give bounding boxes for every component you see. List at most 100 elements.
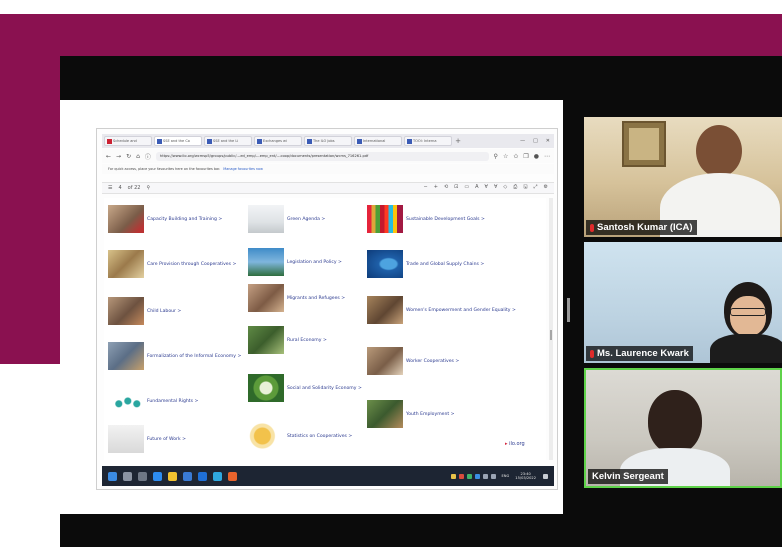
participant-name-tag: Kelvin Sergeant xyxy=(588,469,668,484)
profile-icon[interactable]: ● xyxy=(534,153,539,160)
home-icon[interactable]: ⌂ xyxy=(136,153,140,160)
system-tray: ENG 23:40 15/03/2022 xyxy=(450,472,548,481)
brand-band-left xyxy=(0,14,60,364)
browser-tab[interactable]: The ILO Jobs xyxy=(304,136,352,146)
browser-tab[interactable]: Exchanges wi xyxy=(254,136,302,146)
contents-icon[interactable]: ☰ xyxy=(108,185,112,191)
zoom-icon[interactable]: ⚲ xyxy=(494,153,498,160)
list-item[interactable]: Child Labour > xyxy=(108,297,181,325)
file-explorer-icon[interactable] xyxy=(168,471,177,481)
favorite-star-icon[interactable]: ☆ xyxy=(503,153,508,160)
list-item[interactable]: Social and Solidarity Economy > xyxy=(248,374,362,402)
tab-favicon-icon xyxy=(107,138,112,144)
tab-favicon-icon xyxy=(157,138,162,144)
browser-tab-active[interactable]: SSE and the Co xyxy=(154,136,202,146)
brand-band-top xyxy=(0,14,782,56)
list-item[interactable]: Rural Economy > xyxy=(248,326,327,354)
list-item[interactable]: Youth Employment > xyxy=(367,400,455,428)
globe-icon xyxy=(248,374,284,402)
pdf-scrollbar-thumb[interactable] xyxy=(550,330,552,340)
participant-tile[interactable]: Ms. Laurence Kwark xyxy=(584,242,782,363)
tray-app-icon[interactable] xyxy=(474,473,480,479)
windows-taskbar: ENG 23:40 15/03/2022 xyxy=(102,466,554,486)
page-view-icon[interactable]: ▭ xyxy=(464,184,469,192)
minimize-icon[interactable]: — xyxy=(520,138,525,144)
participant-tile-active-speaker[interactable]: Kelvin Sergeant xyxy=(584,368,782,488)
save-icon[interactable]: 🖫 xyxy=(523,184,527,192)
forward-icon[interactable]: → xyxy=(116,153,121,160)
browser-tab[interactable]: Schedule and xyxy=(104,136,152,146)
browser-tab[interactable]: SSE and the Li xyxy=(204,136,252,146)
list-item[interactable]: Formalization of the Informal Economy > xyxy=(108,342,241,370)
list-item[interactable]: Statistics on Cooperatives > xyxy=(248,422,352,450)
volume-icon[interactable] xyxy=(490,473,496,479)
zoom-out-icon[interactable]: − xyxy=(424,184,428,192)
network-icon[interactable] xyxy=(482,473,488,479)
search-icon[interactable]: ⚲ xyxy=(146,185,150,191)
maximize-icon[interactable]: □ xyxy=(533,138,538,144)
glasses-icon xyxy=(730,308,766,316)
list-item[interactable]: Care Provision through Cooperatives > xyxy=(108,250,236,278)
manage-favourites-link[interactable]: Manage favourites now xyxy=(223,167,263,171)
back-icon[interactable]: ← xyxy=(106,153,111,160)
refresh-icon[interactable]: ↻ xyxy=(126,153,131,160)
browser-tab[interactable]: International xyxy=(354,136,402,146)
store-icon[interactable] xyxy=(183,471,192,481)
list-item[interactable]: Future of Work > xyxy=(108,425,186,453)
search-icon[interactable] xyxy=(123,471,132,481)
participant-tile[interactable]: Santosh Kumar (ICA) xyxy=(584,117,782,237)
zoom-in-icon[interactable]: + xyxy=(434,184,438,192)
rotate-icon[interactable]: ⟲ xyxy=(444,184,448,192)
list-item[interactable]: Migrants and Refugees > xyxy=(248,284,345,312)
list-item[interactable]: Trade and Global Supply Chains > xyxy=(367,250,484,278)
tab-favicon-icon xyxy=(407,138,412,144)
start-icon[interactable] xyxy=(108,471,117,481)
read-aloud-icon[interactable]: A xyxy=(475,184,478,192)
tray-app-icon[interactable] xyxy=(450,473,456,479)
page-number-input[interactable]: 4 xyxy=(118,185,121,191)
mail-icon[interactable] xyxy=(198,471,207,481)
favorites-icon[interactable]: ✩ xyxy=(513,153,518,160)
settings-gear-icon[interactable]: ⚙ xyxy=(544,184,548,192)
erase-icon[interactable]: ◇ xyxy=(503,184,507,192)
topic-thumbnail xyxy=(248,326,284,354)
browser-tab[interactable]: TOOI: Interna xyxy=(404,136,452,146)
muted-mic-icon xyxy=(590,223,594,232)
edge-icon[interactable] xyxy=(153,471,162,481)
topic-thumbnail xyxy=(248,248,284,276)
new-tab-button[interactable]: + xyxy=(454,137,462,145)
chrome-icon[interactable] xyxy=(228,471,237,481)
list-item[interactable]: Green Agenda > xyxy=(248,205,325,233)
pdf-scrollbar[interactable] xyxy=(549,198,553,460)
highlight-icon[interactable]: ∀ xyxy=(494,184,497,192)
taskbar-clock[interactable]: 23:40 15/03/2022 xyxy=(515,472,536,481)
list-item[interactable]: Women's Empowerment and Gender Equality … xyxy=(367,296,516,324)
list-item[interactable]: Sustainable Development Goals > xyxy=(367,205,485,233)
ilo-site-mark[interactable]: ▸ ilo.org xyxy=(505,441,525,447)
fit-page-icon[interactable]: ⊡ xyxy=(454,184,458,192)
more-icon[interactable]: ⋯ xyxy=(544,153,550,160)
close-icon[interactable]: ✕ xyxy=(546,138,550,144)
task-view-icon[interactable] xyxy=(138,471,147,481)
list-item[interactable]: Legislation and Policy > xyxy=(248,248,342,276)
taskbar-lang[interactable]: ENG xyxy=(502,474,510,479)
list-item[interactable]: Worker Cooperatives > xyxy=(367,347,459,375)
tray-app-icon[interactable] xyxy=(458,473,464,479)
browser-tab-bar: Schedule and SSE and the Co SSE and the … xyxy=(102,134,554,148)
notification-icon[interactable] xyxy=(543,473,548,479)
list-item[interactable]: Capacity Building and Training > xyxy=(108,205,222,233)
topic-thumbnail xyxy=(108,250,144,278)
draw-icon[interactable]: ∀ xyxy=(485,184,488,192)
wall-picture-frame xyxy=(622,121,666,167)
tab-favicon-icon xyxy=(357,138,362,144)
expand-icon[interactable]: ⤢ xyxy=(534,184,538,192)
collections-icon[interactable]: ❐ xyxy=(523,153,528,160)
url-input[interactable]: https://www.ilo.org/wcmsp5/groups/public… xyxy=(155,151,489,161)
list-item[interactable]: Fundamental Rights > xyxy=(108,387,198,415)
zoom-meeting-screen: Schedule and SSE and the Co SSE and the … xyxy=(0,0,782,547)
zoom-app-icon[interactable] xyxy=(213,471,222,481)
split-view-handle[interactable] xyxy=(567,298,570,322)
print-icon[interactable]: ⎙ xyxy=(513,184,517,192)
tray-app-icon[interactable] xyxy=(466,473,472,479)
world-map-icon xyxy=(367,250,403,278)
